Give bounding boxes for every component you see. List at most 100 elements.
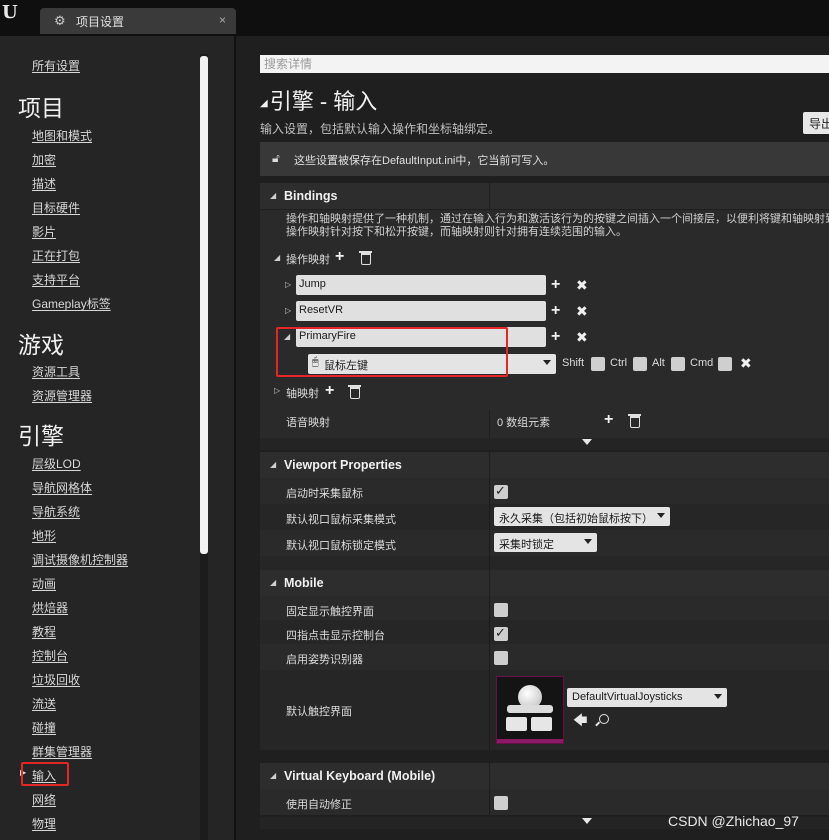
sidebar-item-navigation-system[interactable]: 导航系统 <box>32 503 80 520</box>
touch-interface-dropdown[interactable]: DefaultVirtualJoysticks <box>567 688 727 707</box>
four-finger-console-checkbox[interactable] <box>494 625 508 641</box>
use-selected-arrow-icon[interactable]: 🡄 <box>573 710 587 734</box>
modifier-alt-checkbox[interactable] <box>671 357 685 371</box>
sidebar-item-landscape[interactable]: 地形 <box>32 527 56 544</box>
bindings-description-line-1: 操作和轴映射提供了一种机制，通过在输入行为和激活该行为的按键之间插入一个间接层，… <box>286 213 829 225</box>
primaryfire-highlight-box <box>276 327 508 377</box>
expand-arrow-icon[interactable]: ▷ <box>285 280 291 289</box>
add-key-plus-icon[interactable]: + <box>551 303 560 319</box>
add-speech-mapping-plus-icon[interactable]: + <box>604 412 613 428</box>
sidebar-item-collision[interactable]: 碰撞 <box>32 719 56 736</box>
column-divider <box>489 670 490 750</box>
section-title: Viewport Properties <box>284 458 402 472</box>
sidebar-item-network[interactable]: 网络 <box>32 791 56 808</box>
expand-arrow-icon[interactable]: ▷ <box>285 306 291 315</box>
gear-icon: ⚙ <box>54 13 66 28</box>
close-icon[interactable]: × <box>219 13 226 27</box>
row-label: 使用自动修正 <box>286 799 352 811</box>
gesture-recognizer-checkbox[interactable] <box>494 651 508 665</box>
action-name-resetvr[interactable]: ResetVR <box>296 301 546 321</box>
sidebar-item-animation[interactable]: 动画 <box>32 575 56 592</box>
row-label: 固定显示触控界面 <box>286 606 374 618</box>
section-virtual-keyboard[interactable]: ◢ Virtual Keyboard (Mobile) <box>260 763 829 789</box>
sidebar-item-encryption[interactable]: 加密 <box>32 151 56 168</box>
modifier-ctrl-checkbox[interactable] <box>633 357 647 371</box>
advanced-expander[interactable] <box>260 438 829 450</box>
button-pad-right <box>531 717 552 731</box>
section-mobile[interactable]: ◢ Mobile <box>260 570 829 596</box>
row-label: 默认触控界面 <box>286 706 352 718</box>
browse-magnifier-icon[interactable] <box>599 714 609 724</box>
add-key-plus-icon[interactable]: + <box>551 329 560 345</box>
chevron-down-icon <box>584 539 592 544</box>
section-viewport-properties[interactable]: ◢ Viewport Properties <box>260 452 829 478</box>
section-title: Mobile <box>284 576 324 590</box>
remove-key-x-icon[interactable]: ✖ <box>740 356 752 370</box>
tab-project-settings[interactable]: ⚙ 项目设置 × <box>40 8 236 34</box>
mouse-capture-mode-dropdown[interactable]: 永久采集（包括初始鼠标按下） <box>494 507 670 526</box>
use-autocorrect-checkbox[interactable] <box>494 796 508 810</box>
collapse-arrow-icon[interactable]: ◢ <box>260 98 268 109</box>
always-show-touch-checkbox[interactable] <box>494 603 508 617</box>
sidebar-item-supported-platforms[interactable]: 支持平台 <box>32 271 80 288</box>
remove-action-x-icon[interactable]: ✖ <box>576 278 588 292</box>
sidebar-item-gameplay-tags[interactable]: Gameplay标签 <box>32 295 111 312</box>
modifier-shift-checkbox[interactable] <box>591 357 605 371</box>
clear-speech-mappings-trash-icon[interactable] <box>628 414 641 428</box>
clear-axis-mappings-trash-icon[interactable] <box>348 385 361 399</box>
expand-arrow-icon[interactable]: ▷ <box>274 386 280 395</box>
sidebar-item-all-settings[interactable]: 所有设置 <box>32 57 80 74</box>
column-divider <box>489 478 490 504</box>
add-key-plus-icon[interactable]: + <box>551 277 560 293</box>
row-mouse-capture-mode: 默认视口鼠标采集模式 永久采集（包括初始鼠标按下） <box>260 504 829 530</box>
sidebar-item-console[interactable]: 控制台 <box>32 647 68 664</box>
modifier-ctrl-label: Ctrl <box>610 357 628 369</box>
chevron-down-icon <box>582 439 592 445</box>
sidebar-item-physics[interactable]: 物理 <box>32 815 56 832</box>
unlock-icon: 🔓︎ <box>272 151 280 165</box>
sidebar-item-maps-modes[interactable]: 地图和模式 <box>32 127 92 144</box>
modifier-shift-label: Shift <box>562 357 585 369</box>
chevron-down-icon <box>543 360 551 365</box>
sidebar-item-navmesh[interactable]: 导航网格体 <box>32 479 92 496</box>
sidebar-item-description[interactable]: 描述 <box>32 175 56 192</box>
sidebar-item-packaging[interactable]: 正在打包 <box>32 247 80 264</box>
sidebar-item-asset-manager[interactable]: 资源管理器 <box>32 387 92 404</box>
sidebar-item-crowd-manager[interactable]: 群集管理器 <box>32 743 92 760</box>
sidebar-item-tutorials[interactable]: 教程 <box>32 623 56 640</box>
sidebar-item-garbage-collection[interactable]: 垃圾回收 <box>32 671 80 688</box>
input-highlight-box <box>21 762 69 786</box>
remove-action-x-icon[interactable]: ✖ <box>576 304 588 318</box>
chevron-down-icon <box>657 513 665 518</box>
export-button[interactable]: 导出 <box>803 112 829 134</box>
unreal-logo-icon[interactable]: U <box>2 2 26 24</box>
config-notice: 🔓︎ 这些设置被保存在DefaultInput.ini中，它当前可写入。 <box>260 142 829 176</box>
row-four-finger-console: 四指点击显示控制台 <box>260 620 829 646</box>
sidebar-item-asset-tools[interactable]: 资源工具 <box>32 363 80 380</box>
modifier-cmd-checkbox[interactable] <box>718 357 732 371</box>
sidebar-item-cooker[interactable]: 烘焙器 <box>32 599 68 616</box>
remove-action-x-icon[interactable]: ✖ <box>576 330 588 344</box>
row-label: 默认视口鼠标采集模式 <box>286 514 396 526</box>
joystick-thumbnail[interactable] <box>496 676 564 744</box>
clear-action-mappings-trash-icon[interactable] <box>359 251 372 265</box>
collapse-arrow-icon[interactable]: ◢ <box>274 253 280 262</box>
search-input[interactable]: 搜索详情 <box>260 55 829 73</box>
page-description: 输入设置，包括默认输入操作和坐标轴绑定。 <box>260 122 501 136</box>
sidebar-scrollbar-thumb[interactable] <box>200 56 208 554</box>
sidebar-item-debug-camera[interactable]: 调试摄像机控制器 <box>32 551 128 568</box>
add-action-mapping-plus-icon[interactable]: + <box>335 249 344 265</box>
sidebar-item-streaming[interactable]: 流送 <box>32 695 56 712</box>
add-axis-mapping-plus-icon[interactable]: + <box>325 383 334 399</box>
bindings-body <box>260 210 829 438</box>
column-divider <box>489 789 490 815</box>
sidebar-item-hlod[interactable]: 层级LOD <box>32 455 81 472</box>
mouse-lock-mode-dropdown[interactable]: 采集时锁定 <box>494 533 597 552</box>
action-name-jump[interactable]: Jump <box>296 275 546 295</box>
sidebar-category-project: 项目 <box>18 95 64 121</box>
section-bindings[interactable]: ◢ Bindings <box>260 183 829 209</box>
sidebar-item-target-hardware[interactable]: 目标硬件 <box>32 199 80 216</box>
capture-mouse-checkbox[interactable] <box>494 483 508 499</box>
column-divider <box>489 596 490 622</box>
sidebar-item-movies[interactable]: 影片 <box>32 223 56 240</box>
